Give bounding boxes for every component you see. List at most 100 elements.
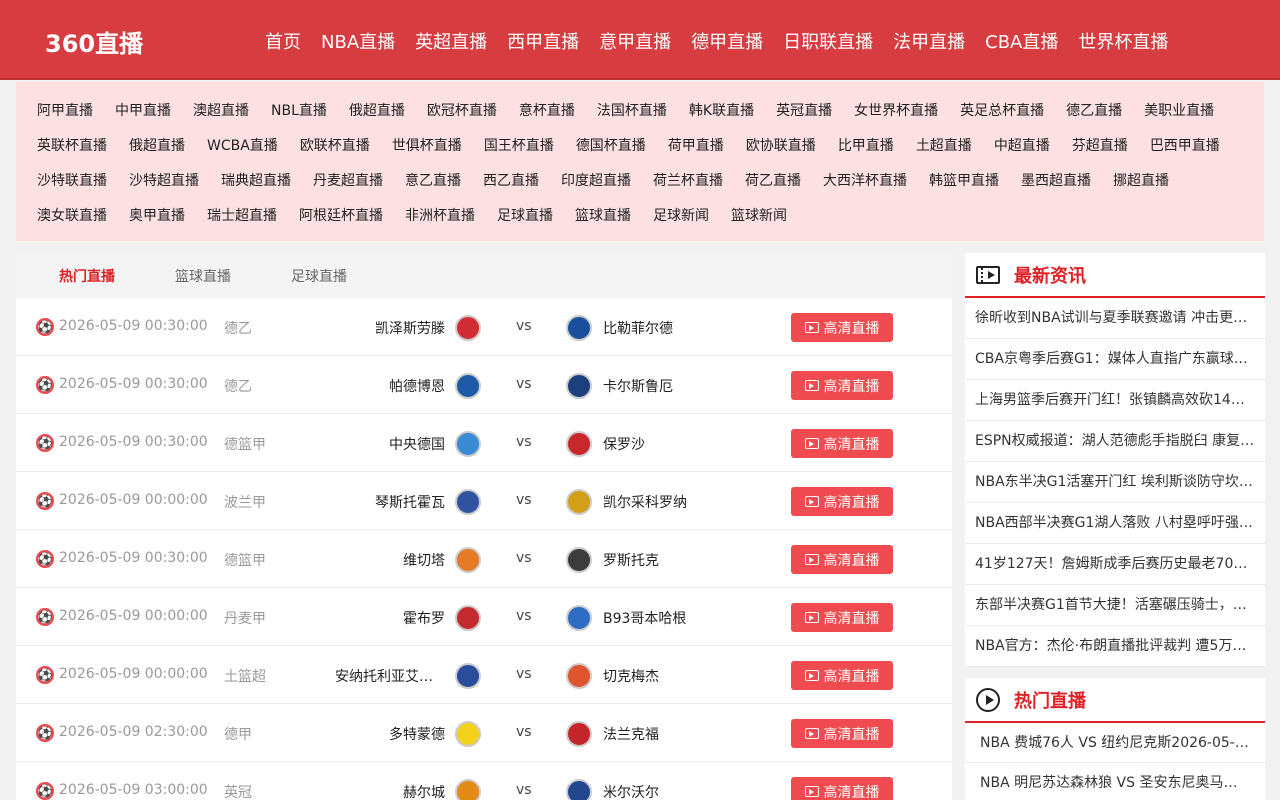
league-link[interactable]: 足球新闻 <box>653 205 709 225</box>
league-link[interactable]: 非洲杯直播 <box>405 205 475 225</box>
match-league[interactable]: 丹麦甲 <box>224 608 266 628</box>
match-row[interactable]: ⚽ 2026-05-09 00:00:00 丹麦甲 霍布罗 vs B93哥本哈根 高清直播 <box>16 588 952 646</box>
match-row[interactable]: ⚽ 2026-05-09 00:30:00 德乙 帕德博恩 vs 卡尔斯鲁厄 高清直播 <box>16 356 952 414</box>
league-link[interactable]: 中超直播 <box>994 135 1050 155</box>
league-link[interactable]: 巴西甲直播 <box>1150 135 1220 155</box>
hd-live-button[interactable]: 高清直播 <box>791 429 893 458</box>
league-link[interactable]: 英联杯直播 <box>37 135 107 155</box>
league-link[interactable]: 俄超直播 <box>129 135 185 155</box>
news-item[interactable]: NBA官方：杰伦·布朗直播批评裁判 遭5万美元罚款 <box>965 626 1265 667</box>
league-link[interactable]: 沙特超直播 <box>129 170 199 190</box>
league-link[interactable]: 奥甲直播 <box>129 205 185 225</box>
hd-live-button[interactable]: 高清直播 <box>791 719 893 748</box>
league-link[interactable]: 荷甲直播 <box>668 135 724 155</box>
hd-live-button[interactable]: 高清直播 <box>791 603 893 632</box>
league-link[interactable]: 篮球直播 <box>575 205 631 225</box>
news-item[interactable]: ESPN权威报道：湖人范德彪手指脱臼 康复时间待定 <box>965 421 1265 462</box>
league-link[interactable]: 瑞典超直播 <box>221 170 291 190</box>
match-row[interactable]: ⚽ 2026-05-09 00:00:00 土篮超 安纳托利亚艾菲斯 vs 切克梅杰 高清直… <box>16 646 952 704</box>
match-row[interactable]: ⚽ 2026-05-09 00:30:00 德篮甲 中央德国 vs 保罗沙 高清直播 <box>16 414 952 472</box>
match-row[interactable]: ⚽ 2026-05-09 00:30:00 德乙 凯泽斯劳滕 vs 比勒菲尔德 高清直播 <box>16 298 952 356</box>
league-link[interactable]: 法国杯直播 <box>597 100 667 120</box>
match-row[interactable]: ⚽ 2026-05-09 00:30:00 德篮甲 维切塔 vs 罗斯托克 高清直播 <box>16 530 952 588</box>
match-league[interactable]: 德甲 <box>224 724 252 744</box>
hot-live-item[interactable]: NBA 明尼苏达森林狼 VS 圣安东尼奥马刺2026-05-09 <box>965 763 1265 800</box>
news-item[interactable]: 东部半决赛G1首节大捷！活塞碾压骑士，开局强势 <box>965 585 1265 626</box>
league-link[interactable]: 英冠直播 <box>776 100 832 120</box>
league-link[interactable]: 挪超直播 <box>1113 170 1169 190</box>
nav-link[interactable]: 日职联直播 <box>783 28 873 54</box>
news-item[interactable]: NBA东半决G1活塞开门红 埃利斯谈防守坎宁安心得 <box>965 462 1265 503</box>
hd-live-button[interactable]: 高清直播 <box>791 661 893 690</box>
league-link[interactable]: 欧协联直播 <box>746 135 816 155</box>
nav-link[interactable]: 英超直播 <box>415 28 487 54</box>
league-link[interactable]: 欧联杯直播 <box>300 135 370 155</box>
nav-link[interactable]: 意甲直播 <box>599 28 671 54</box>
tab-2[interactable]: 足球直播 <box>291 266 347 286</box>
hd-live-button[interactable]: 高清直播 <box>791 487 893 516</box>
league-link[interactable]: 足球直播 <box>497 205 553 225</box>
league-link[interactable]: 比甲直播 <box>838 135 894 155</box>
news-item[interactable]: 徐昕收到NBA试训与夏季联赛邀请 冲击更高舞台 <box>965 298 1265 339</box>
league-link[interactable]: 美职业直播 <box>1144 100 1214 120</box>
league-link[interactable]: 意杯直播 <box>519 100 575 120</box>
league-link[interactable]: 墨西超直播 <box>1021 170 1091 190</box>
match-league[interactable]: 土篮超 <box>224 666 266 686</box>
league-link[interactable]: WCBA直播 <box>207 135 278 155</box>
league-link[interactable]: 芬超直播 <box>1072 135 1128 155</box>
league-link[interactable]: 瑞士超直播 <box>207 205 277 225</box>
nav-link[interactable]: 法甲直播 <box>893 28 965 54</box>
league-link[interactable]: 韩篮甲直播 <box>929 170 999 190</box>
match-league[interactable]: 德篮甲 <box>224 434 266 454</box>
match-row[interactable]: ⚽ 2026-05-09 00:00:00 波兰甲 琴斯托霍瓦 vs 凯尔采科罗纳 高清直播 <box>16 472 952 530</box>
league-link[interactable]: 国王杯直播 <box>484 135 554 155</box>
league-link[interactable]: 澳女联直播 <box>37 205 107 225</box>
match-league[interactable]: 德篮甲 <box>224 550 266 570</box>
league-link[interactable]: 德乙直播 <box>1066 100 1122 120</box>
league-link[interactable]: 俄超直播 <box>349 100 405 120</box>
match-league[interactable]: 英冠 <box>224 782 252 800</box>
league-link[interactable]: 大西洋杯直播 <box>823 170 907 190</box>
hot-live-item[interactable]: NBA 费城76人 VS 纽约尼克斯2026-05-09 07:00 <box>965 723 1265 763</box>
news-item[interactable]: 41岁127天！詹姆斯成季后赛历史最老70%命中球员 <box>965 544 1265 585</box>
nav-link[interactable]: CBA直播 <box>985 28 1058 54</box>
hd-live-button[interactable]: 高清直播 <box>791 777 893 800</box>
league-link[interactable]: 荷兰杯直播 <box>653 170 723 190</box>
league-link[interactable]: 荷乙直播 <box>745 170 801 190</box>
match-league[interactable]: 德乙 <box>224 318 252 338</box>
nav-link[interactable]: 德甲直播 <box>691 28 763 54</box>
league-link[interactable]: 阿甲直播 <box>37 100 93 120</box>
nav-link[interactable]: 西甲直播 <box>507 28 579 54</box>
league-link[interactable]: 韩K联直播 <box>689 100 754 120</box>
league-link[interactable]: 中甲直播 <box>115 100 171 120</box>
match-league[interactable]: 波兰甲 <box>224 492 266 512</box>
nav-link[interactable]: 首页 <box>265 28 301 54</box>
match-row[interactable]: ⚽ 2026-05-09 02:30:00 德甲 多特蒙德 vs 法兰克福 高清直播 <box>16 704 952 762</box>
league-link[interactable]: 女世界杯直播 <box>854 100 938 120</box>
league-link[interactable]: 西乙直播 <box>483 170 539 190</box>
league-link[interactable]: 英足总杯直播 <box>960 100 1044 120</box>
league-link[interactable]: 阿根廷杯直播 <box>299 205 383 225</box>
league-link[interactable]: 印度超直播 <box>561 170 631 190</box>
league-link[interactable]: 沙特联直播 <box>37 170 107 190</box>
site-logo[interactable]: 360直播 <box>45 24 143 59</box>
league-link[interactable]: 欧冠杯直播 <box>427 100 497 120</box>
news-item[interactable]: CBA京粤季后赛G1：媒体人直指广东赢球关键 <box>965 339 1265 380</box>
match-league[interactable]: 德乙 <box>224 376 252 396</box>
league-link[interactable]: 澳超直播 <box>193 100 249 120</box>
news-item[interactable]: NBA西部半决赛G1湖人落败 八村塁呼吁强硬回应 <box>965 503 1265 544</box>
hd-live-button[interactable]: 高清直播 <box>791 313 893 342</box>
league-link[interactable]: 土超直播 <box>916 135 972 155</box>
league-link[interactable]: 德国杯直播 <box>576 135 646 155</box>
tab-1[interactable]: 篮球直播 <box>175 266 231 286</box>
league-link[interactable]: 意乙直播 <box>405 170 461 190</box>
nav-link[interactable]: 世界杯直播 <box>1078 28 1168 54</box>
hd-live-button[interactable]: 高清直播 <box>791 371 893 400</box>
league-link[interactable]: 世俱杯直播 <box>392 135 462 155</box>
news-item[interactable]: 上海男篮季后赛开门红！张镇麟高效砍14分引热议 <box>965 380 1265 421</box>
hd-live-button[interactable]: 高清直播 <box>791 545 893 574</box>
league-link[interactable]: 丹麦超直播 <box>313 170 383 190</box>
nav-link[interactable]: NBA直播 <box>321 28 395 54</box>
match-row[interactable]: ⚽ 2026-05-09 03:00:00 英冠 赫尔城 vs 米尔沃尔 高清直播 <box>16 762 952 800</box>
league-link[interactable]: NBL直播 <box>271 100 327 120</box>
